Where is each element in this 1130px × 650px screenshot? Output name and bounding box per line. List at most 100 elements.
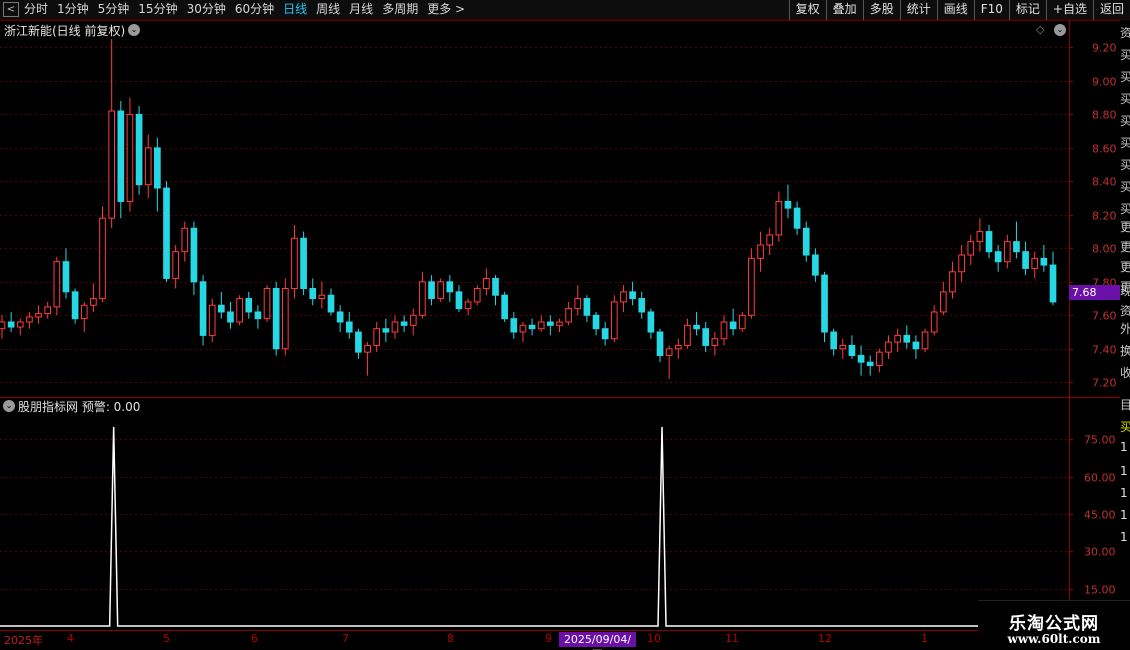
cursor-date-label: 2025/09/04/四 (559, 632, 636, 650)
candle-body (327, 294, 335, 313)
candle-body (483, 277, 490, 290)
candle-body (866, 361, 874, 367)
candle-body (272, 288, 280, 350)
price-tick-label: 8.40 (1092, 176, 1117, 189)
right-strip-char: 收 (1120, 366, 1130, 380)
candle-body (318, 294, 326, 300)
restore-rights-button[interactable]: 复权 (788, 0, 826, 20)
date-label-month: 4 (67, 632, 74, 645)
candle (53, 256, 61, 316)
candle-body (227, 311, 234, 323)
candle (738, 311, 746, 333)
tab-1min[interactable]: 1分钟 (57, 0, 89, 20)
tab-15min[interactable]: 15分钟 (138, 0, 177, 20)
collapse-arrow-icon[interactable]: < (3, 2, 19, 17)
candle-body (99, 217, 106, 300)
right-strip-char: 买 (1120, 158, 1130, 172)
candle-body (738, 314, 746, 330)
indicator-title: 股朋指标网 预警: 0.00 (18, 400, 141, 414)
right-strip-char: 1 (1120, 530, 1128, 544)
tab-monthly[interactable]: 月线 (349, 0, 373, 20)
tab-daily[interactable]: 日线 (283, 0, 307, 20)
price-tick-label: 7.60 (1092, 310, 1117, 323)
candle-body (665, 348, 673, 356)
candle (921, 328, 929, 353)
right-strip-char: 买 (1120, 202, 1130, 216)
candle-body (1049, 264, 1057, 303)
candle-body (1013, 241, 1020, 253)
candle-body (610, 301, 618, 340)
period-tabs: 分时 1分钟 5分钟 15分钟 30分钟 60分钟 日线 周线 月线 多周期 更… (24, 0, 474, 20)
diamond-icon[interactable]: ◇ (1036, 23, 1044, 36)
candle-body (821, 274, 828, 333)
right-strip-char: 资 (1120, 26, 1130, 40)
right-strip-char: 更 (1120, 240, 1130, 254)
candle-body (135, 113, 143, 186)
candle-body (455, 291, 463, 310)
back-button[interactable]: 返回 (1092, 0, 1130, 20)
indicator-menu-chevron-icon[interactable]: ⌄ (3, 400, 15, 412)
candle-body (236, 298, 243, 323)
candle-body (766, 234, 774, 246)
tab-intraday[interactable]: 分时 (24, 0, 48, 20)
candle-body (812, 254, 819, 276)
watermark-title: 乐淘公式网 (1009, 614, 1099, 634)
candle-body (647, 311, 655, 333)
mark-button[interactable]: 标记 (1008, 0, 1046, 20)
candle-body (876, 351, 883, 367)
candle-body (62, 261, 70, 293)
candle (236, 295, 243, 326)
date-label-month: 12 (818, 632, 832, 645)
tab-5min[interactable]: 5分钟 (98, 0, 130, 20)
statistics-button[interactable]: 统计 (899, 0, 937, 20)
right-strip-char: 更 (1120, 220, 1130, 234)
price-tick-label: 9.00 (1092, 76, 1117, 89)
overlay-button[interactable]: 叠加 (825, 0, 863, 20)
tab-30min[interactable]: 30分钟 (187, 0, 226, 20)
right-strip-char: 目 (1120, 398, 1130, 412)
tab-weekly[interactable]: 周线 (316, 0, 340, 20)
tab-more[interactable]: 更多 > (427, 0, 465, 20)
date-label-month: 6 (251, 632, 258, 645)
candle-body (748, 257, 755, 316)
candle-body (1003, 241, 1011, 263)
candle (272, 281, 280, 356)
candle-body (939, 291, 947, 313)
candle-body (976, 231, 984, 243)
title-menu-chevron-icon[interactable]: ⌄ (128, 24, 140, 36)
candle-body (784, 200, 792, 209)
candle (126, 97, 134, 212)
candle-body (894, 334, 901, 343)
candle-body (473, 288, 481, 303)
multi-stock-button[interactable]: 多股 (862, 0, 900, 20)
candle-body (537, 321, 545, 330)
tab-60min[interactable]: 60分钟 (235, 0, 274, 20)
candle-body (108, 110, 116, 219)
settings-dropdown-icon[interactable]: ⌄ (1054, 24, 1066, 36)
candle-body (53, 261, 61, 308)
indicator-tick-label: 15.00 (1084, 584, 1116, 597)
add-watchlist-button[interactable]: +自选 (1045, 0, 1093, 20)
right-strip-char: 换 (1120, 344, 1130, 358)
candle-body (656, 331, 664, 356)
candle-body (857, 354, 865, 363)
candle-body (300, 237, 307, 290)
candle-body (7, 321, 15, 328)
tool-buttons: 复权 叠加 多股 统计 画线 F10 标记 +自选 返回 (788, 0, 1130, 20)
price-tick-label: 7.20 (1092, 377, 1117, 390)
candle-body (263, 288, 271, 320)
candle (71, 288, 79, 324)
f10-button[interactable]: F10 (973, 0, 1009, 20)
candle-body (903, 334, 911, 343)
date-axis: 2025年 4 5 6 7 8 9 10 11 12 1 2025/09/04/… (0, 630, 1130, 650)
right-strip-char: 买 (1120, 420, 1130, 434)
price-tick-label: 8.80 (1092, 109, 1117, 122)
candle (199, 275, 207, 346)
candle-body (291, 237, 298, 290)
tab-multi-period[interactable]: 多周期 (382, 0, 418, 20)
right-strip-char: 1 (1120, 464, 1128, 478)
draw-line-button[interactable]: 画线 (936, 0, 974, 20)
kline-chart[interactable]: 9.209.008.808.608.408.208.007.807.607.40… (0, 20, 1120, 630)
candle-body (26, 316, 33, 323)
candle-body (674, 344, 682, 350)
